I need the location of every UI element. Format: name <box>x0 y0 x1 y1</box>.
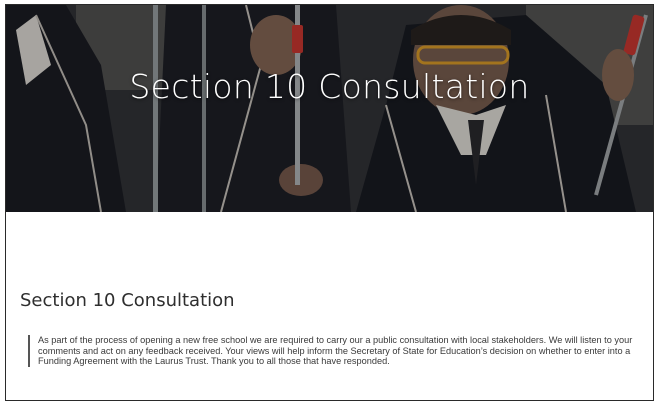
hero-banner: Section 10 Consultation <box>6 5 653 212</box>
section-heading: Section 10 Consultation <box>20 290 235 311</box>
hero-photo <box>6 5 653 212</box>
hero-title: Section 10 Consultation <box>129 67 530 106</box>
page-frame: Section 10 Consultation Section 10 Consu… <box>5 4 654 401</box>
consultation-blockquote: As part of the process of opening a new … <box>28 335 653 367</box>
consultation-paragraph: As part of the process of opening a new … <box>38 335 633 367</box>
